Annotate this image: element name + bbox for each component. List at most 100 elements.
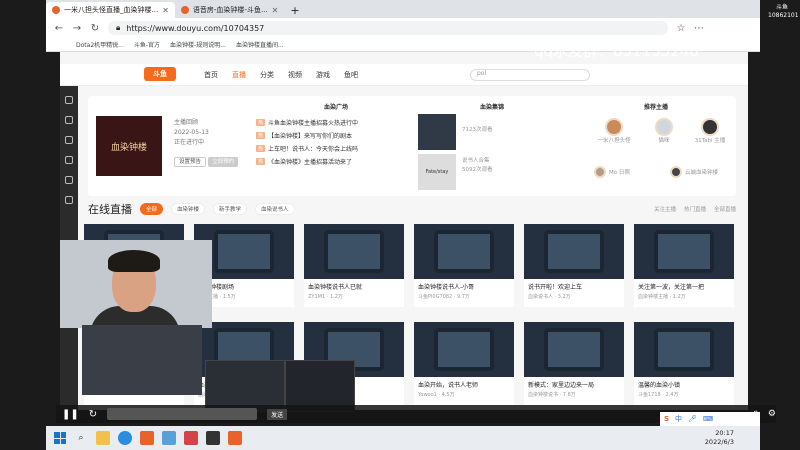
edge-icon[interactable] bbox=[118, 431, 132, 445]
settings-icon[interactable]: ⚙ bbox=[768, 409, 776, 419]
tool-hot[interactable]: 热门直播 bbox=[684, 205, 706, 213]
live-thumbnail[interactable] bbox=[634, 322, 734, 377]
live-card[interactable]: 血染开始，说书人老师 Yowoo1 · 4.5万 bbox=[414, 322, 514, 405]
news-item[interactable]: 热《血染钟楼》主播招募活动来了 bbox=[256, 155, 396, 168]
host-name: 31Tabi 主播 bbox=[694, 138, 726, 144]
viewer-count: 7.8万 bbox=[562, 392, 576, 398]
nav-games[interactable]: 游戏 bbox=[316, 70, 330, 80]
host-card[interactable]: 云端血染钟楼 bbox=[670, 166, 734, 178]
streamer-name: 斗鱼1718 bbox=[638, 392, 661, 398]
live-thumbnail[interactable] bbox=[304, 224, 404, 279]
event-date: 2022-05-13 bbox=[174, 129, 209, 136]
windows-start-icon[interactable] bbox=[54, 432, 66, 444]
hot-badge: 热 bbox=[256, 119, 266, 126]
back-icon[interactable]: ← bbox=[54, 23, 64, 34]
bookmark-item[interactable]: 血染钟楼-规则说明... bbox=[170, 40, 226, 49]
live-thumbnail[interactable] bbox=[414, 224, 514, 279]
tool-all[interactable]: 全部直播 bbox=[714, 205, 736, 213]
streamer-name: 血染钟楼主播 bbox=[638, 294, 669, 300]
refresh-icon[interactable]: ↻ bbox=[89, 409, 97, 420]
sidebar-item-more[interactable] bbox=[65, 196, 73, 204]
live-card[interactable]: 新模式：家里边边来一局 血染钟楼说书 · 7.8万 bbox=[524, 322, 624, 405]
nav-live[interactable]: 直播 bbox=[232, 70, 246, 80]
streamer-name: Yowoo1 bbox=[418, 392, 437, 398]
search-input[interactable]: pol bbox=[470, 69, 590, 81]
sidebar-item-games[interactable] bbox=[65, 176, 73, 184]
new-tab-icon[interactable]: + bbox=[284, 2, 305, 18]
live-card[interactable]: 血染钟楼说书人已就 ZY1M1 · 1.2万 bbox=[304, 224, 404, 307]
app-icon[interactable] bbox=[162, 431, 176, 445]
search-icon[interactable]: ⌕ bbox=[74, 431, 88, 445]
sidebar-item-video[interactable] bbox=[65, 156, 73, 164]
reserve-button[interactable]: 立即预约 bbox=[208, 157, 239, 167]
menu-icon[interactable]: ⋯ bbox=[694, 23, 704, 34]
filter-item[interactable]: 血染说书人 bbox=[255, 203, 295, 215]
keyboard-icon[interactable]: ⌨ bbox=[703, 415, 713, 423]
news-item[interactable]: 热【血染钟楼】来写写你们的剧本 bbox=[256, 129, 396, 142]
bookmark-item[interactable]: Dota2机甲精锐... bbox=[76, 40, 124, 49]
obs-icon[interactable] bbox=[206, 431, 220, 445]
nav-home[interactable]: 首页 bbox=[204, 70, 218, 80]
bookmark-item[interactable]: 斗鱼-官方 bbox=[134, 40, 160, 49]
host-card[interactable]: 31Tabi 主播 bbox=[688, 118, 732, 144]
bookmark-item[interactable]: 血染钟楼直播间... bbox=[236, 40, 284, 49]
host-card[interactable]: 一米八担头怪 bbox=[594, 118, 634, 144]
host-name: 云端血染钟楼 bbox=[685, 170, 719, 176]
live-card[interactable]: 关注第一波，关注第一把 血染钟楼主播 · 1.2万 bbox=[634, 224, 734, 307]
sidebar-item-follow[interactable] bbox=[65, 96, 73, 104]
nav-yuba[interactable]: 鱼吧 bbox=[344, 70, 358, 80]
live-card[interactable]: 温馨的血染小镇 斗鱼1718 · 2.4万 bbox=[634, 322, 734, 405]
pause-icon[interactable]: ❚❚ bbox=[62, 409, 79, 420]
live-thumbnail[interactable] bbox=[414, 322, 514, 377]
game-board bbox=[214, 230, 274, 273]
file-explorer-icon[interactable] bbox=[96, 431, 110, 445]
hot-badge: 热 bbox=[256, 158, 266, 165]
app-icon[interactable] bbox=[228, 431, 242, 445]
host-name: 一米八担头怪 bbox=[597, 138, 631, 144]
host-card[interactable]: 猫咪 bbox=[644, 118, 684, 144]
live-thumbnail[interactable] bbox=[634, 224, 734, 279]
forward-icon[interactable]: → bbox=[72, 23, 82, 34]
app-icon[interactable] bbox=[184, 431, 198, 445]
live-thumbnail[interactable] bbox=[524, 322, 624, 377]
sidebar-item-category[interactable] bbox=[65, 136, 73, 144]
close-icon[interactable]: ✕ bbox=[162, 6, 169, 15]
system-clock[interactable]: 20:17 2022/6/3 bbox=[705, 429, 734, 447]
filter-all[interactable]: 全部 bbox=[140, 203, 164, 215]
viewer-count: 1.2万 bbox=[329, 294, 343, 300]
event-cover[interactable]: 血染钟楼 bbox=[96, 116, 162, 176]
send-button[interactable]: 发送 bbox=[267, 408, 288, 420]
live-card[interactable]: 说书开啦！欢迎上车 血染说书人 · 3.2万 bbox=[524, 224, 624, 307]
reminder-button[interactable]: 设置预告 bbox=[174, 157, 207, 167]
ime-mode[interactable]: 中 bbox=[675, 414, 682, 424]
mic-icon[interactable]: 🎤︎ bbox=[688, 415, 697, 423]
star-icon[interactable]: ☆ bbox=[676, 23, 686, 34]
host-card[interactable]: Mo 日照 bbox=[594, 166, 654, 178]
browser-tab[interactable]: 语音房-血染钟楼-斗鱼... ✕ bbox=[175, 2, 284, 18]
nav-category[interactable]: 分类 bbox=[260, 70, 274, 80]
live-card[interactable]: 血染钟楼说书人-小哥 斗鱼Pl0G7082 · 9.7万 bbox=[414, 224, 514, 307]
browser-tab-active[interactable]: 一米八担头怪直播_血染钟楼... ✕ bbox=[46, 2, 175, 18]
sidebar-item-live[interactable] bbox=[65, 116, 73, 124]
clip-info: 7123次观看 说书人合集 5092次观看 bbox=[462, 126, 542, 175]
live-title: 血染钟楼说书人-小哥 bbox=[418, 284, 475, 291]
reload-icon[interactable]: ↻ bbox=[90, 23, 100, 34]
site-logo[interactable]: 斗鱼 bbox=[144, 67, 176, 81]
url-input[interactable]: 🔒︎ https://www.douyu.com/10704357 bbox=[108, 21, 668, 35]
clip-thumbnail[interactable]: Fate/stay bbox=[418, 154, 456, 190]
news-item[interactable]: 热斗鱼血染钟楼主播招募火热进行中 bbox=[256, 116, 396, 129]
tab-label: 语音房-血染钟楼-斗鱼... bbox=[192, 6, 268, 14]
nav-video[interactable]: 视频 bbox=[288, 70, 302, 80]
section-title: 血染广场 bbox=[324, 104, 349, 111]
douyu-badge: 斗鱼 10862101 bbox=[768, 4, 799, 19]
news-item[interactable]: 热上车吧！说书人：今天你会上线吗 bbox=[256, 142, 396, 155]
close-icon[interactable]: ✕ bbox=[272, 6, 279, 15]
danmaku-input[interactable] bbox=[107, 408, 258, 420]
filter-item[interactable]: 血染钟楼 bbox=[171, 203, 206, 215]
sogou-icon[interactable]: S bbox=[664, 415, 669, 423]
live-thumbnail[interactable] bbox=[524, 224, 624, 279]
douyu-app-icon[interactable] bbox=[140, 431, 154, 445]
clip-thumbnail[interactable] bbox=[418, 114, 456, 150]
filter-item[interactable]: 新手教学 bbox=[213, 203, 248, 215]
tool-follow[interactable]: 关注主播 bbox=[654, 205, 676, 213]
